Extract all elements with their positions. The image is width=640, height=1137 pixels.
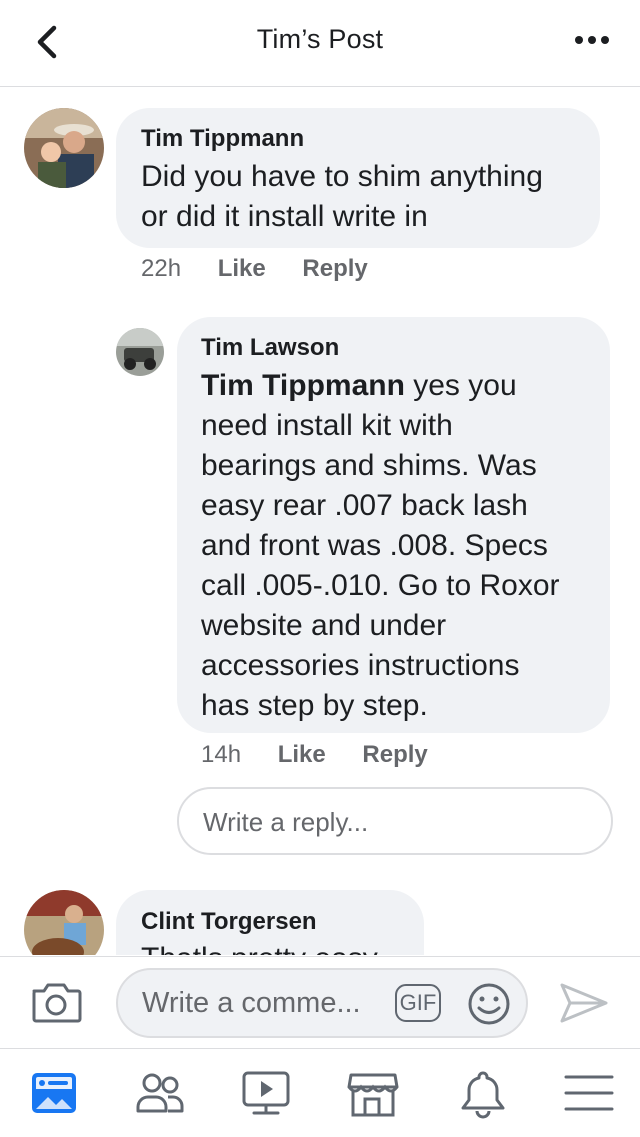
avatar[interactable] xyxy=(24,108,104,188)
news-feed-icon xyxy=(32,1073,76,1113)
comment-line: easy rear .007 back lash xyxy=(201,489,528,522)
marketplace-icon xyxy=(347,1073,399,1117)
comment-line: or did it install write in xyxy=(141,200,428,233)
more-dots-icon xyxy=(575,36,609,44)
comment-meta: 22h Like Reply xyxy=(141,255,368,283)
comment-author[interactable]: Tim Lawson xyxy=(201,334,339,362)
comment-time[interactable]: 22h xyxy=(141,255,181,282)
top-nav-bar: Tim’s Post xyxy=(0,0,640,87)
comment-composer: Write a comme... GIF xyxy=(0,956,640,1049)
tab-watch[interactable] xyxy=(240,1067,296,1123)
comment-text: Thatls pretty easy xyxy=(141,939,378,955)
tab-marketplace[interactable] xyxy=(345,1067,401,1123)
smiley-icon xyxy=(468,983,510,1025)
comment-input[interactable]: Write a comme... GIF xyxy=(116,968,528,1038)
profile-photo-icon xyxy=(116,328,164,376)
comment-line: Did you have to shim anything xyxy=(141,160,543,193)
profile-photo-icon xyxy=(24,890,104,955)
reply-input-placeholder: Write a reply... xyxy=(203,807,369,837)
camera-icon xyxy=(32,983,82,1023)
tab-notifications[interactable] xyxy=(455,1067,511,1123)
avatar[interactable] xyxy=(24,890,104,955)
menu-icon xyxy=(564,1075,614,1111)
tab-news-feed[interactable] xyxy=(28,1067,84,1123)
comment-line: need install kit with xyxy=(201,409,453,442)
page-title: Tim’s Post xyxy=(256,24,384,54)
comments-list: Tim Tippmann Did you have to shim anythi… xyxy=(0,87,640,955)
send-button[interactable] xyxy=(558,979,610,1027)
tab-menu[interactable] xyxy=(562,1067,618,1123)
comment-input-placeholder: Write a comme... xyxy=(142,987,361,1019)
comment-author[interactable]: Tim Tippmann xyxy=(141,125,304,153)
more-options-button[interactable] xyxy=(572,30,612,50)
watch-icon xyxy=(242,1071,290,1115)
comment-line: accessories instructions xyxy=(201,649,520,682)
comment-line: and front was .008. Specs xyxy=(201,529,548,562)
mention-link[interactable]: Tim Tippmann xyxy=(201,369,405,402)
comment-text: Did you have to shim anything or did it … xyxy=(141,157,543,237)
notifications-icon xyxy=(461,1071,505,1119)
comment-time[interactable]: 14h xyxy=(201,741,241,768)
comment-line: bearings and shims. Was xyxy=(201,449,537,482)
tab-friends[interactable] xyxy=(132,1067,188,1123)
reply-button[interactable]: Reply xyxy=(362,741,427,768)
like-button[interactable]: Like xyxy=(278,741,326,768)
comment-line: has step by step. xyxy=(201,689,428,722)
comment-line: Tim Tippmann yes you xyxy=(201,366,560,406)
gif-button[interactable]: GIF xyxy=(395,984,441,1022)
comment-line: call .005-.010. Go to Roxor xyxy=(201,569,560,602)
comment-text: Tim Tippmann yes you need install kit wi… xyxy=(201,366,560,726)
reply-button[interactable]: Reply xyxy=(302,255,367,282)
send-icon xyxy=(560,983,608,1023)
comment-author[interactable]: Clint Torgersen xyxy=(141,908,317,936)
comment-line-rest: yes you xyxy=(404,369,517,402)
avatar[interactable] xyxy=(116,328,164,376)
emoji-button[interactable] xyxy=(467,982,511,1026)
bottom-tab-bar xyxy=(0,1048,640,1137)
friends-icon xyxy=(136,1073,184,1113)
comment-meta: 14h Like Reply xyxy=(201,741,428,769)
profile-photo-icon xyxy=(24,108,104,188)
like-button[interactable]: Like xyxy=(218,255,266,282)
camera-button[interactable] xyxy=(30,979,82,1025)
reply-input[interactable]: Write a reply... xyxy=(177,787,613,855)
comment-line: website and under xyxy=(201,609,447,642)
